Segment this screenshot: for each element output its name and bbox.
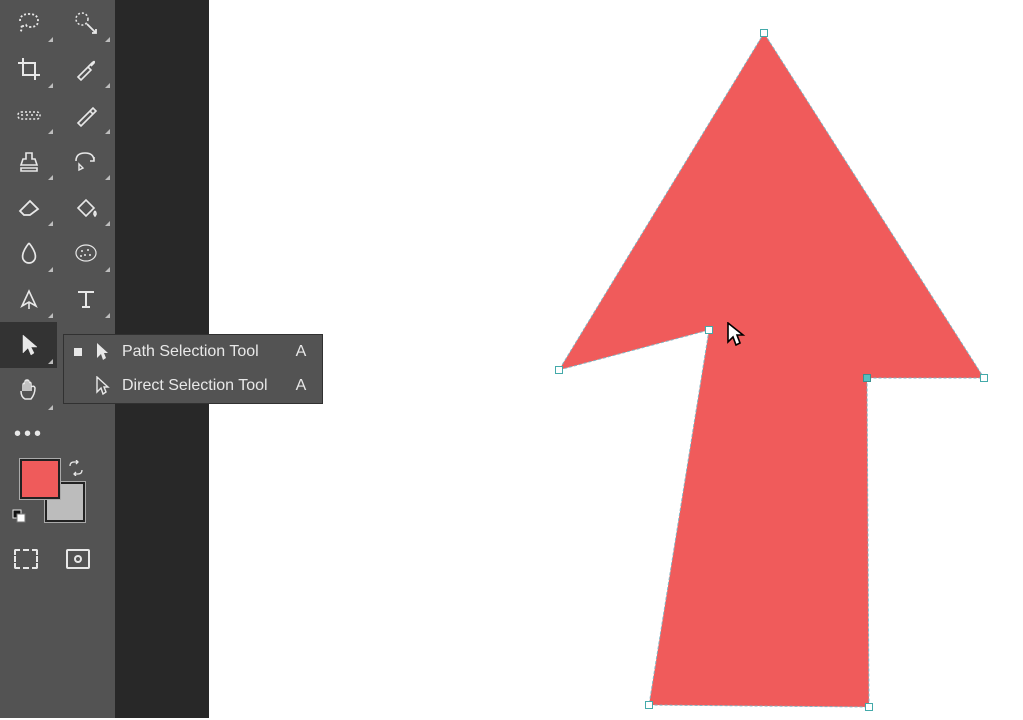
healing-brush-tool[interactable]	[0, 92, 57, 138]
direct-selection-icon	[92, 376, 112, 396]
sponge-icon	[73, 242, 99, 264]
path-selection-tool[interactable]	[0, 322, 57, 368]
quick-selection-tool[interactable]	[57, 0, 114, 46]
type-tool[interactable]	[57, 276, 114, 322]
eyedropper-tool[interactable]	[57, 46, 114, 92]
paint-bucket-tool[interactable]	[57, 184, 114, 230]
lasso-icon	[17, 12, 41, 34]
eyedropper-icon	[74, 57, 98, 81]
flyout-item-path-selection[interactable]: Path Selection Tool A	[64, 335, 322, 369]
eraser-tool[interactable]	[0, 184, 57, 230]
pen-tool[interactable]	[0, 276, 57, 322]
anchor-point[interactable]	[705, 326, 713, 334]
pencil-icon	[74, 103, 98, 127]
cursor-icon	[725, 322, 747, 348]
type-icon	[75, 288, 97, 310]
history-brush-icon	[73, 150, 99, 172]
foreground-color-swatch[interactable]	[20, 459, 60, 499]
tool-flyout-menu: Path Selection ToolADirect Selection Too…	[63, 334, 323, 404]
blur-icon	[19, 241, 39, 265]
more-tools-button[interactable]: •••	[0, 414, 115, 454]
active-indicator	[74, 348, 82, 356]
mask-mode-row	[0, 534, 115, 584]
anchor-point[interactable]	[645, 701, 653, 709]
path-selection-icon	[19, 333, 39, 357]
clone-stamp-tool[interactable]	[0, 138, 57, 184]
anchor-point[interactable]	[555, 366, 563, 374]
path-selection-icon	[92, 342, 112, 362]
paint-bucket-icon	[73, 196, 99, 218]
hand-icon	[17, 379, 41, 403]
crop-tool[interactable]	[0, 46, 57, 92]
anchor-point[interactable]	[980, 374, 988, 382]
flyout-item-label: Direct Selection Tool	[122, 377, 286, 395]
pen-icon	[17, 287, 41, 311]
stamp-icon	[17, 149, 41, 173]
sponge-tool[interactable]	[57, 230, 114, 276]
anchor-point[interactable]	[865, 703, 873, 711]
anchor-point[interactable]	[863, 374, 871, 382]
healing-icon	[16, 106, 42, 124]
crop-icon	[17, 57, 41, 81]
eraser-icon	[16, 197, 42, 217]
pencil-tool[interactable]	[57, 92, 114, 138]
history-brush-tool[interactable]	[57, 138, 114, 184]
more-tools-label: •••	[14, 423, 44, 446]
flyout-item-direct-selection[interactable]: Direct Selection Tool A	[64, 369, 322, 403]
quick-mask-icon[interactable]	[66, 549, 90, 569]
default-colors-icon[interactable]	[12, 509, 26, 523]
flyout-item-label: Path Selection Tool	[122, 343, 286, 361]
anchor-point[interactable]	[760, 29, 768, 37]
standard-mode-icon[interactable]	[14, 549, 38, 569]
swap-colors-icon[interactable]	[68, 460, 84, 476]
blur-tool[interactable]	[0, 230, 57, 276]
flyout-item-shortcut: A	[296, 377, 307, 395]
flyout-item-shortcut: A	[296, 343, 307, 361]
quick-selection-icon	[74, 11, 98, 35]
canvas[interactable]	[209, 0, 1023, 718]
color-swatches	[0, 454, 115, 534]
hand-tool[interactable]	[0, 368, 57, 414]
lasso-tool[interactable]	[0, 0, 57, 46]
